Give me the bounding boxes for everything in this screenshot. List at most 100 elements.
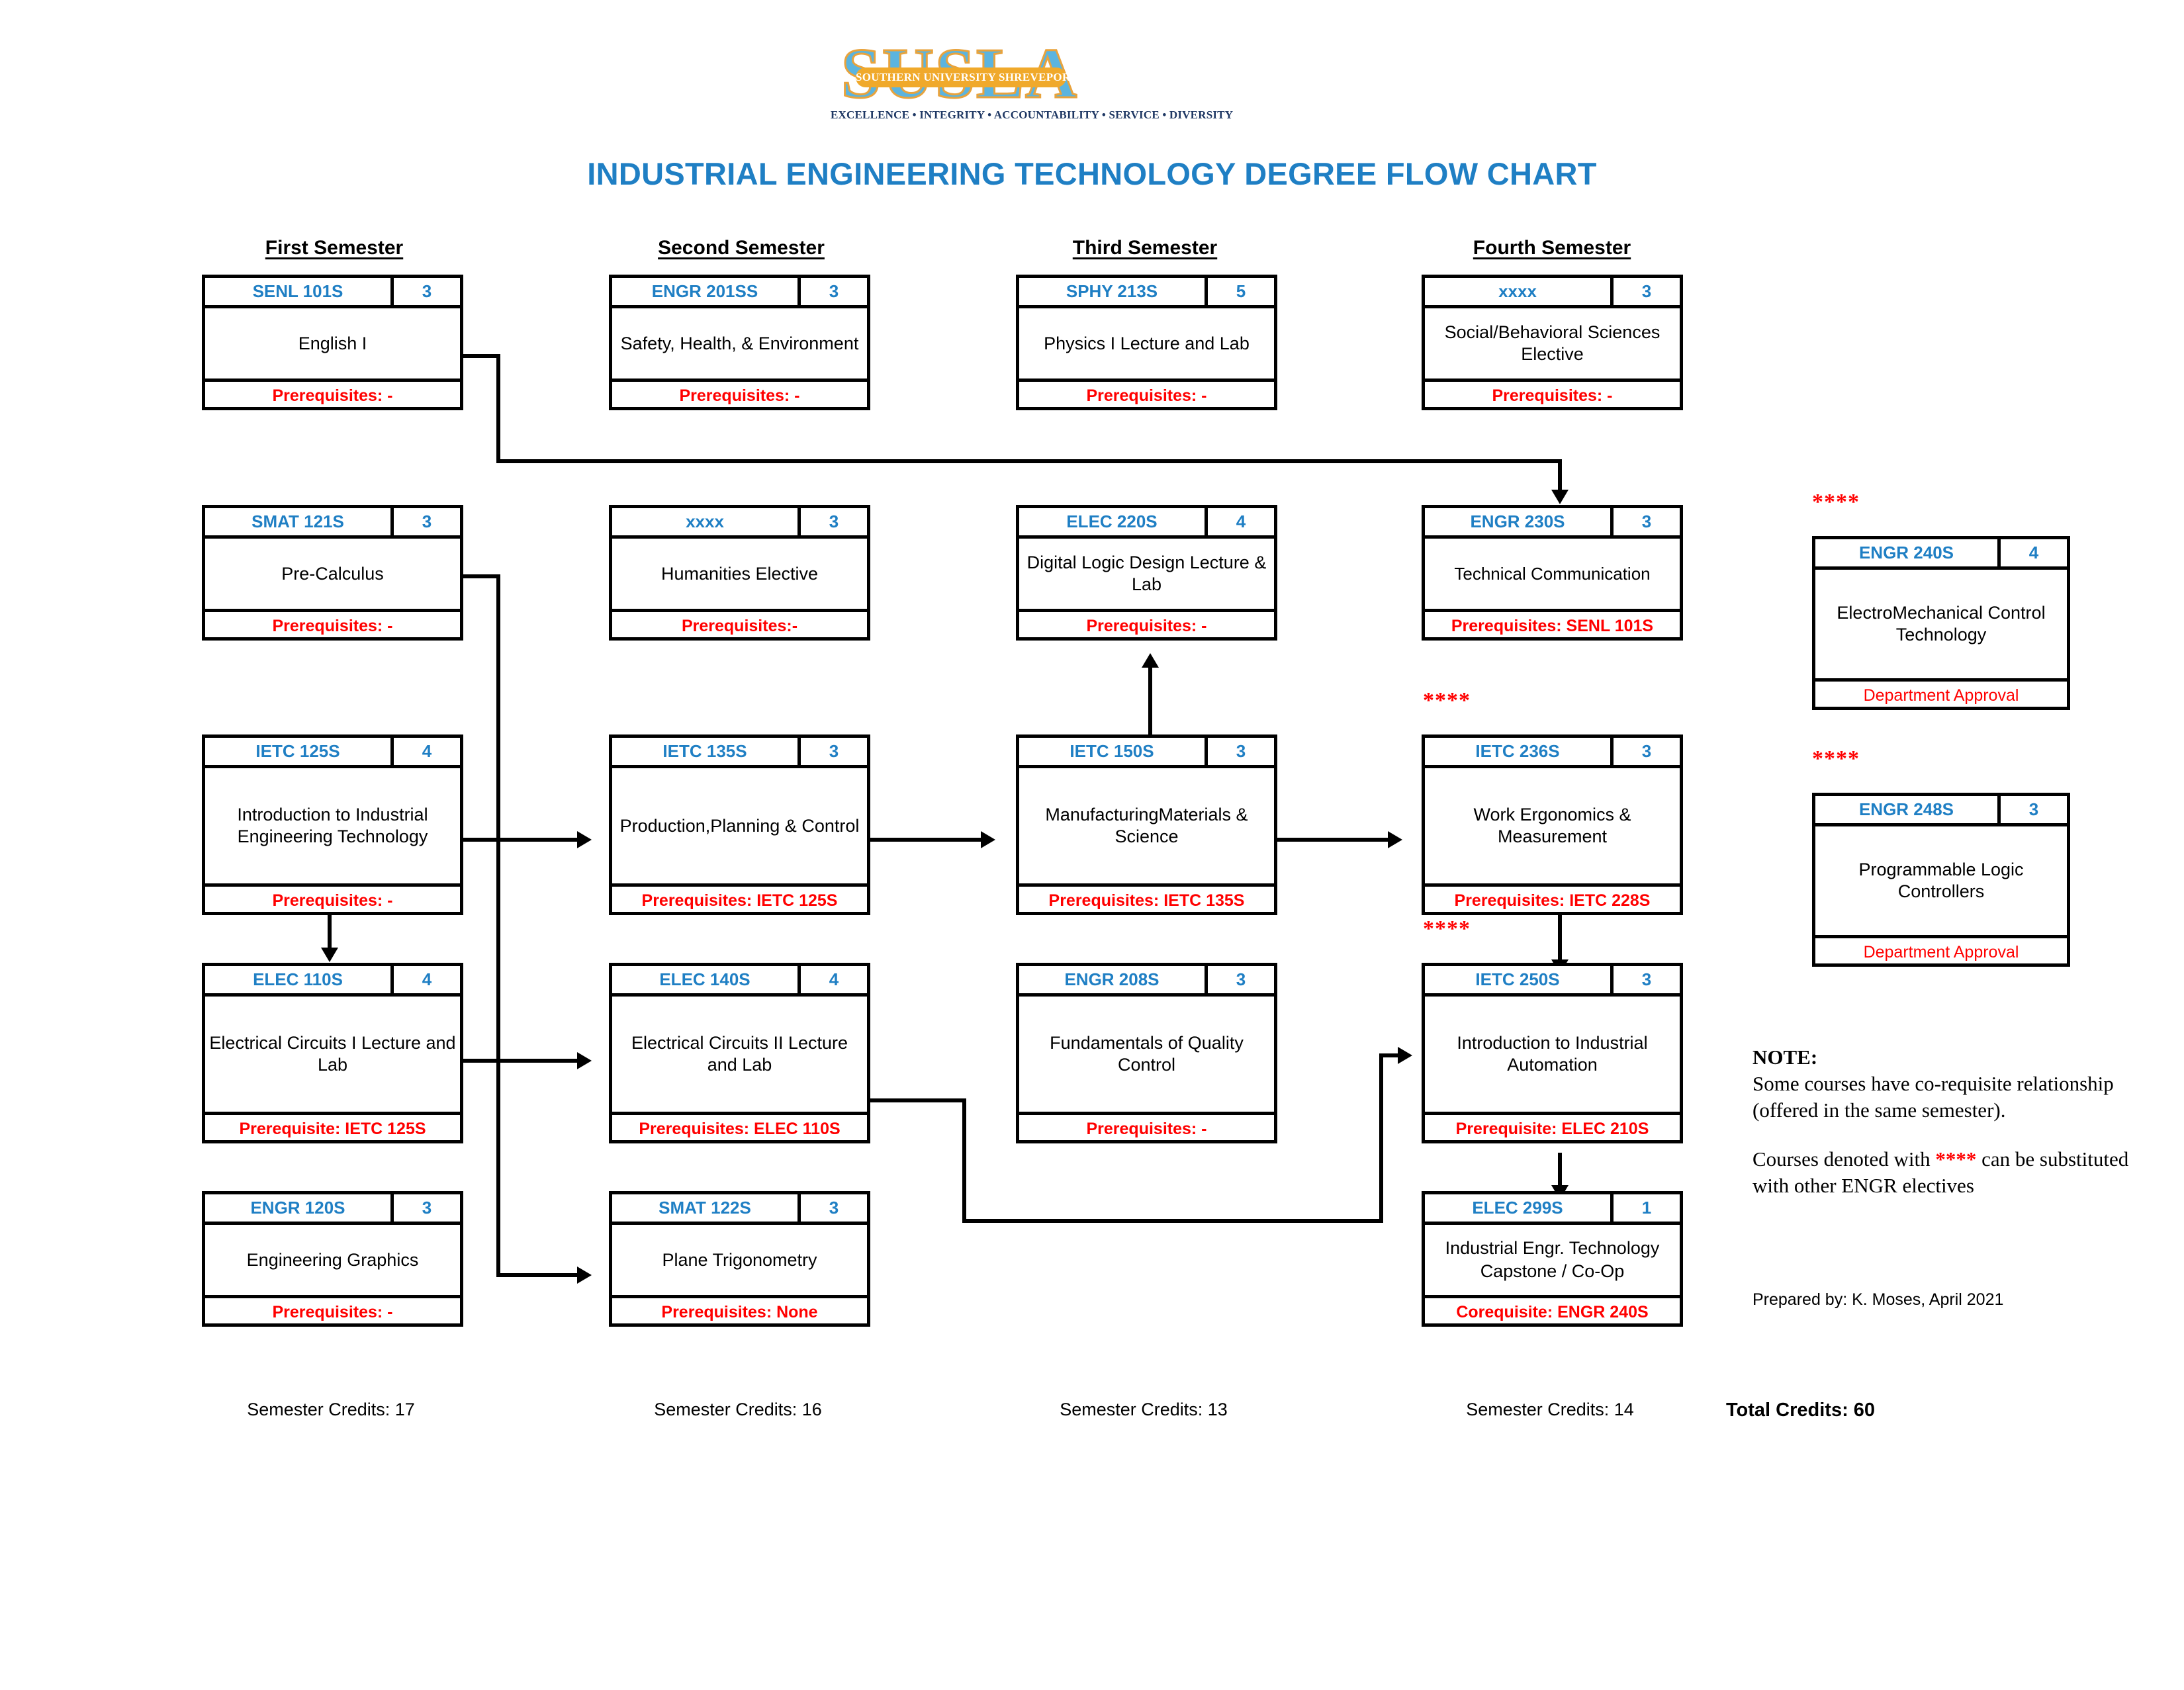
course-prereq: Prerequisites: - [205, 1295, 460, 1327]
connector-trunk-to-ietc135s [496, 838, 579, 842]
semester-header-first: First Semester [265, 237, 404, 259]
course-code: IETC 250S [1425, 966, 1614, 993]
course-box-smat122s[interactable]: SMAT 122S 3 Plane Trigonometry Prerequis… [609, 1191, 870, 1327]
flowchart-canvas: SUSLA SOUTHERN UNIVERSITY SHREVEPORT LOU… [0, 0, 2184, 1690]
connector-ietc236s-ietc250s-v [1558, 915, 1562, 963]
connector-ietc150s-ietc236s [1274, 838, 1390, 842]
course-header: ELEC 110S 4 [205, 966, 460, 997]
course-box-ietc236s[interactable]: IETC 236S 3 Work Ergonomics & Measuremen… [1422, 734, 1683, 915]
course-credits: 3 [1641, 741, 1652, 761]
course-credits: 3 [829, 741, 839, 761]
total-credits: Total Credits: 60 [1726, 1400, 1876, 1421]
course-title: Technical Communication [1454, 563, 1651, 584]
course-prereq: Prerequisites: - [205, 883, 460, 915]
course-prereq: Prerequisites:- [612, 609, 867, 641]
course-title: Programmable Logic Controllers [1858, 860, 2024, 901]
course-box-elec110s[interactable]: ELEC 110S 4 Electrical Circuits I Lectur… [202, 963, 463, 1143]
course-box-humanities-elective[interactable]: xxxx 3 Humanities Elective Prerequisites… [609, 505, 870, 641]
course-code: ENGR 230S [1425, 508, 1614, 535]
page-title: INDUSTRIAL ENGINEERING TECHNOLOGY DEGREE… [587, 156, 1597, 191]
course-code: xxxx [612, 508, 801, 535]
course-credits: 4 [829, 969, 839, 989]
note-paragraph-substitution: Courses denoted with **** can be substit… [1752, 1146, 2136, 1199]
star-mark-engr240s: **** [1812, 490, 1860, 514]
course-code: IETC 150S [1019, 738, 1208, 765]
course-code: ELEC 140S [612, 966, 801, 993]
note-block: NOTE: Some courses have co-requisite rel… [1752, 1045, 2136, 1199]
course-header: IETC 135S 3 [612, 738, 867, 768]
course-header: ENGR 230S 3 [1425, 508, 1680, 539]
course-box-engr208s[interactable]: ENGR 208S 3 Fundamentals of Quality Cont… [1016, 963, 1277, 1143]
connector-senl101s-engr230s-h2 [496, 459, 1562, 463]
course-prereq: Prerequisite: IETC 125S [205, 1112, 460, 1143]
course-credits: 3 [1236, 969, 1246, 989]
course-box-engr248s[interactable]: ENGR 248S 3 Programmable Logic Controlle… [1812, 793, 2070, 967]
course-credits: 3 [1641, 969, 1652, 989]
course-prereq: Prerequisites: - [205, 609, 460, 641]
course-title: Electrical Circuits I Lecture and Lab [209, 1033, 456, 1075]
course-box-sphy213s[interactable]: SPHY 213S 5 Physics I Lecture and Lab Pr… [1016, 275, 1277, 410]
connector-elec140s-ietc250s-v2 [1379, 1053, 1383, 1223]
course-box-engr230s[interactable]: ENGR 230S 3 Technical Communication Prer… [1422, 505, 1683, 641]
course-box-social-behavioral-elective[interactable]: xxxx 3 Social/Behavioral Sciences Electi… [1422, 275, 1683, 410]
arrowhead-into-ietc250s-left [1398, 1047, 1412, 1064]
connector-ietc125s-elec110s-v [328, 915, 332, 952]
course-header: SMAT 122S 3 [612, 1194, 867, 1225]
course-header: IETC 250S 3 [1425, 966, 1680, 997]
star-mark-engr248s: **** [1812, 746, 1860, 771]
course-header: ELEC 220S 4 [1019, 508, 1274, 539]
arrowhead-into-elec220s [1142, 653, 1159, 668]
course-credits: 4 [2028, 543, 2039, 562]
course-code: SPHY 213S [1019, 278, 1208, 305]
connector-elec140s-ietc250s-v [962, 1098, 966, 1223]
course-box-senl101s[interactable]: SENL 101S 3 English I Prerequisites: - [202, 275, 463, 410]
course-box-ietc125s[interactable]: IETC 125S 4 Introduction to Industrial E… [202, 734, 463, 915]
course-header: SPHY 213S 5 [1019, 278, 1274, 308]
course-prereq: Prerequisites: IETC 125S [612, 883, 867, 915]
course-code: IETC 125S [205, 738, 394, 765]
connector-elec140s-ietc250s-h2 [962, 1219, 1383, 1223]
susla-logo: SUSLA SOUTHERN UNIVERSITY SHREVEPORT LOU… [831, 37, 1234, 126]
semester-header-third: Third Semester [1072, 237, 1218, 259]
course-prereq: Prerequisite: ELEC 210S [1425, 1112, 1680, 1143]
note-spacer [1752, 1124, 2136, 1146]
course-prereq: Prerequisites: - [1019, 378, 1274, 410]
course-box-engr240s[interactable]: ENGR 240S 4 ElectroMechanical Control Te… [1812, 536, 2070, 710]
connector-ietc125s-h [461, 838, 500, 842]
course-box-ietc250s[interactable]: IETC 250S 3 Introduction to Industrial A… [1422, 963, 1683, 1143]
course-title: Humanities Elective [660, 563, 819, 584]
course-box-smat121s[interactable]: SMAT 121S 3 Pre-Calculus Prerequisites: … [202, 505, 463, 641]
semester-credits-fourth: Semester Credits: 14 [1466, 1400, 1634, 1419]
course-code: xxxx [1425, 278, 1614, 305]
semester-header-second: Second Semester [658, 237, 825, 259]
course-prereq: Prerequisites: IETC 135S [1019, 883, 1274, 915]
connector-senl101s-engr230s-v1 [496, 354, 500, 463]
course-header: IETC 125S 4 [205, 738, 460, 768]
semester-credits-third: Semester Credits: 13 [1060, 1400, 1228, 1419]
course-box-elec299s[interactable]: ELEC 299S 1 Industrial Engr. Technology … [1422, 1191, 1683, 1327]
course-box-engr120s[interactable]: ENGR 120S 3 Engineering Graphics Prerequ… [202, 1191, 463, 1327]
logo-tagline: EXCELLENCE • INTEGRITY • ACCOUNTABILITY … [831, 109, 1234, 121]
connector-senl101s-engr230s-h1 [461, 354, 500, 358]
course-box-ietc135s[interactable]: IETC 135S 3 Production,Planning & Contro… [609, 734, 870, 915]
course-credits: 3 [2028, 799, 2039, 819]
course-title: Pre-Calculus [281, 563, 384, 584]
course-box-elec220s[interactable]: ELEC 220S 4 Digital Logic Design Lecture… [1016, 505, 1277, 641]
connector-elec140s-ietc250s-h3 [1379, 1053, 1399, 1057]
note-sub-before: Courses denoted with [1752, 1147, 1936, 1171]
course-header: ENGR 120S 3 [205, 1194, 460, 1225]
course-prereq: Prerequisites: ELEC 110S [612, 1112, 867, 1143]
course-code: ELEC 110S [205, 966, 394, 993]
course-title: Social/Behavioral Sciences Elective [1444, 322, 1661, 364]
course-header: xxxx 3 [612, 508, 867, 539]
course-box-ietc150s[interactable]: IETC 150S 3 ManufacturingMaterials & Sci… [1016, 734, 1277, 915]
arrowhead-into-engr230s [1551, 490, 1569, 504]
course-credits: 4 [422, 741, 432, 761]
course-title: Safety, Health, & Environment [620, 333, 859, 353]
course-prereq: Prerequisites: None [612, 1295, 867, 1327]
course-header: IETC 150S 3 [1019, 738, 1274, 768]
course-box-elec140s[interactable]: ELEC 140S 4 Electrical Circuits II Lectu… [609, 963, 870, 1143]
course-credits: 1 [1641, 1198, 1652, 1218]
course-prereq: Prerequisites: - [612, 378, 867, 410]
course-box-engr201ss[interactable]: ENGR 201SS 3 Safety, Health, & Environme… [609, 275, 870, 410]
